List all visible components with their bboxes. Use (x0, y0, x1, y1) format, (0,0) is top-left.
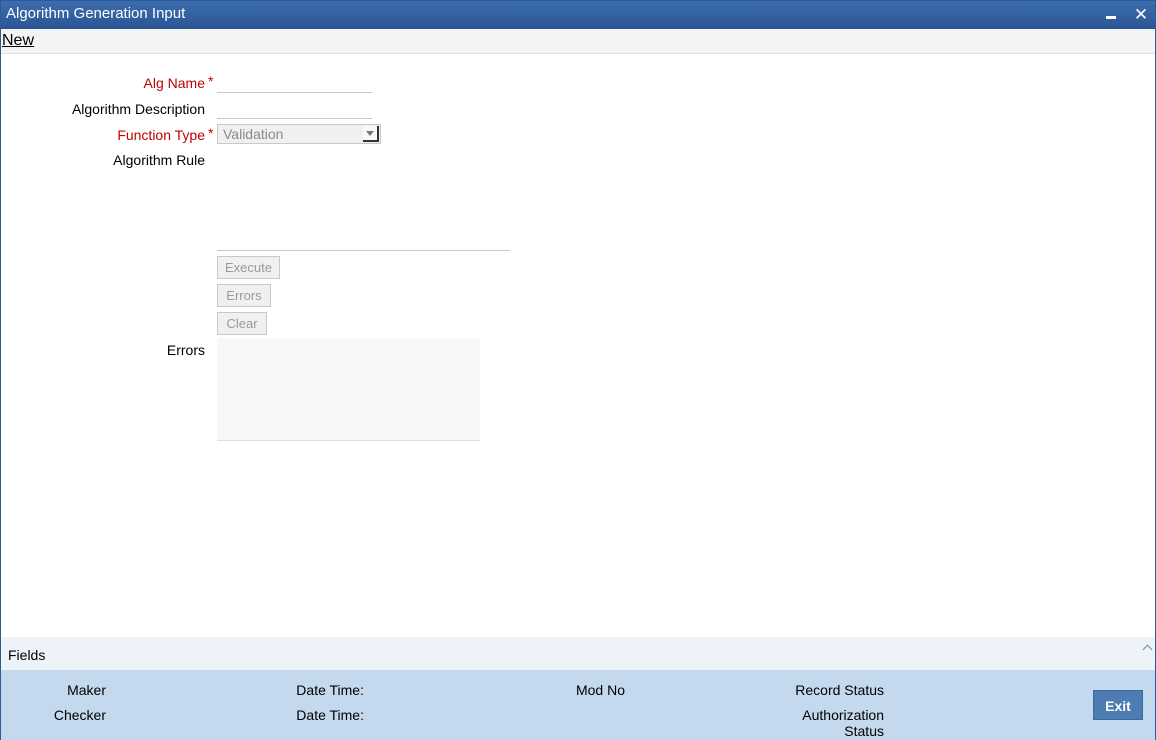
function-type-select[interactable]: Validation (217, 124, 381, 144)
algorithm-rule-textarea[interactable] (217, 151, 510, 251)
execute-button[interactable]: Execute (217, 256, 280, 279)
fields-bar: Fields (1, 637, 1155, 670)
algorithm-description-input[interactable] (217, 99, 372, 119)
algorithm-description-label: Algorithm Description (71, 101, 205, 117)
algorithm-generation-window: Algorithm Generation Input ✕ New Alg Nam… (0, 0, 1156, 740)
toolbar: New (1, 29, 1155, 54)
errors-button[interactable]: Errors (217, 284, 271, 307)
required-marker: * (208, 125, 214, 141)
maker-label: Maker (67, 682, 106, 698)
exit-button[interactable]: Exit (1093, 690, 1143, 720)
maker-date-time-label: Date Time: (296, 682, 364, 698)
fields-label[interactable]: Fields (8, 647, 45, 663)
window-title: Algorithm Generation Input (6, 5, 186, 22)
function-type-label: Function Type (117, 127, 205, 143)
title-bar: Algorithm Generation Input ✕ (1, 1, 1155, 29)
authorization-label: Authorization (802, 707, 884, 723)
alg-name-input[interactable] (217, 73, 372, 93)
alg-name-label: Alg Name (143, 75, 205, 91)
minimize-icon[interactable] (1101, 5, 1121, 25)
clear-button[interactable]: Clear (217, 312, 267, 335)
checker-date-time-label: Date Time: (296, 707, 364, 723)
algorithm-rule-label: Algorithm Rule (113, 152, 205, 168)
authorization-status-label: Status (844, 723, 884, 739)
chevron-down-icon[interactable] (363, 126, 379, 142)
record-status-label: Record Status (795, 682, 884, 698)
required-marker: * (208, 73, 214, 89)
errors-label: Errors (166, 342, 205, 358)
mod-no-label: Mod No (575, 682, 625, 698)
function-type-value: Validation (223, 126, 284, 142)
new-link[interactable]: New (2, 32, 34, 50)
errors-output-box[interactable] (217, 338, 480, 441)
chevron-up-icon[interactable] (1141, 641, 1155, 655)
checker-label: Checker (53, 707, 106, 723)
audit-footer: Maker Checker Date Time: Date Time: Mod … (1, 670, 1155, 740)
close-icon[interactable]: ✕ (1131, 5, 1151, 25)
